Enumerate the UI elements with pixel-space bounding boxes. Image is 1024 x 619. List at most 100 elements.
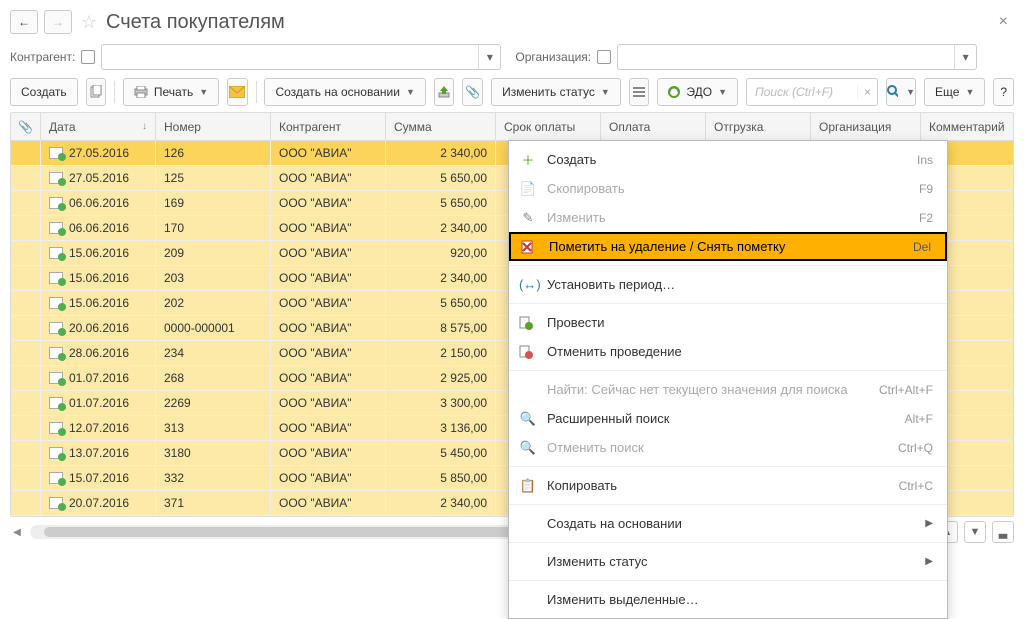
- menu-find[interactable]: Найти: Сейчас нет текущего значения для …: [509, 375, 947, 404]
- menu-unpost-label: Отменить проведение: [547, 344, 933, 359]
- cell-date: 15.06.2016: [41, 241, 156, 265]
- cell-attach: [11, 241, 41, 265]
- col-comment[interactable]: Комментарий: [921, 113, 1013, 140]
- menu-separator: [509, 265, 947, 266]
- menu-find-label: Найти: Сейчас нет текущего значения для …: [547, 382, 869, 397]
- hscroll-left[interactable]: ◀: [10, 527, 24, 538]
- kontragent-dropdown-button[interactable]: ▾: [478, 45, 500, 69]
- document-posted-icon: [49, 497, 63, 509]
- nav-back-button[interactable]: ←: [10, 10, 38, 34]
- kontragent-input[interactable]: ▾: [101, 44, 501, 70]
- search-clear-button[interactable]: ×: [857, 85, 877, 99]
- col-sum[interactable]: Сумма: [386, 113, 496, 140]
- col-org[interactable]: Организация: [811, 113, 921, 140]
- menu-mark-delete[interactable]: Пометить на удаление / Снять пометку Del: [509, 232, 947, 261]
- search-box[interactable]: ×: [746, 78, 878, 106]
- favorite-star-icon[interactable]: ☆: [78, 11, 100, 33]
- cell-number: 126: [156, 141, 271, 165]
- kontragent-checkbox[interactable]: [81, 50, 95, 64]
- cell-date: 01.07.2016: [41, 366, 156, 390]
- table-header: 📎 Дата↓ Номер Контрагент Сумма Срок опла…: [11, 113, 1013, 141]
- copy-icon: 📋: [519, 478, 537, 494]
- org-label: Организация:: [515, 50, 591, 64]
- document-posted-icon: [49, 272, 63, 284]
- cell-sum: 2 340,00: [386, 141, 496, 165]
- menu-cancel-find[interactable]: 🔍 Отменить поиск Ctrl+Q: [509, 433, 947, 462]
- col-number[interactable]: Номер: [156, 113, 271, 140]
- cell-number: 332: [156, 466, 271, 490]
- org-input[interactable]: ▾: [617, 44, 977, 70]
- cell-date: 20.07.2016: [41, 491, 156, 515]
- list-icon: [633, 86, 645, 98]
- document-posted-icon: [49, 422, 63, 434]
- col-kontragent[interactable]: Контрагент: [271, 113, 386, 140]
- load-button[interactable]: [434, 78, 455, 106]
- cell-kontragent: ООО "АВИА": [271, 291, 386, 315]
- menu-separator: [509, 466, 947, 467]
- document-posted-icon: [49, 447, 63, 459]
- page-last-button[interactable]: ▃: [992, 521, 1014, 543]
- search-go-button[interactable]: ▼: [886, 78, 916, 106]
- document-posted-icon: [49, 247, 63, 259]
- menu-post[interactable]: Провести: [509, 308, 947, 337]
- more-button[interactable]: Еще▼: [924, 78, 985, 106]
- page-down-button[interactable]: ▼: [964, 521, 986, 543]
- cell-attach: [11, 291, 41, 315]
- menu-copy[interactable]: 📄 Скопировать F9: [509, 174, 947, 203]
- menu-mark-delete-label: Пометить на удаление / Снять пометку: [549, 239, 903, 254]
- menu-change-selected-label: Изменить выделенные…: [547, 592, 933, 607]
- cell-kontragent: ООО "АВИА": [271, 216, 386, 240]
- cell-kontragent: ООО "АВИА": [271, 366, 386, 390]
- col-shipment[interactable]: Отгрузка: [706, 113, 811, 140]
- help-button[interactable]: ?: [993, 78, 1014, 106]
- org-dropdown-button[interactable]: ▾: [954, 45, 976, 69]
- menu-adv-find[interactable]: 🔍 Расширенный поиск Alt+F: [509, 404, 947, 433]
- more-label: Еще: [935, 85, 959, 99]
- copy-icon: 📄: [519, 181, 537, 197]
- email-button[interactable]: [227, 78, 248, 106]
- nav-forward-button[interactable]: →: [44, 10, 72, 34]
- menu-create[interactable]: ＋ Создать Ins: [509, 145, 947, 174]
- org-checkbox[interactable]: [597, 50, 611, 64]
- print-button[interactable]: Печать▼: [123, 78, 219, 106]
- col-pay-term[interactable]: Срок оплаты: [496, 113, 601, 140]
- edo-icon: [668, 86, 680, 98]
- edo-button[interactable]: ЭДО▼: [657, 78, 738, 106]
- menu-change-status[interactable]: Изменить статус ▶: [509, 547, 947, 576]
- cell-attach: [11, 191, 41, 215]
- menu-set-period[interactable]: (↔) Установить период…: [509, 270, 947, 299]
- copy-doc-button[interactable]: [86, 78, 107, 106]
- document-posted-icon: [49, 372, 63, 384]
- cell-kontragent: ООО "АВИА": [271, 316, 386, 340]
- cell-number: 170: [156, 216, 271, 240]
- cell-date: 15.06.2016: [41, 291, 156, 315]
- menu-edit[interactable]: ✎ Изменить F2: [509, 203, 947, 232]
- menu-mark-delete-hot: Del: [913, 240, 931, 254]
- cell-attach: [11, 316, 41, 340]
- col-date[interactable]: Дата↓: [41, 113, 156, 140]
- menu-change-selected[interactable]: Изменить выделенные…: [509, 585, 947, 614]
- menu-copy2[interactable]: 📋 Копировать Ctrl+C: [509, 471, 947, 500]
- list-view-button[interactable]: [629, 78, 650, 106]
- menu-cancel-find-label: Отменить поиск: [547, 440, 888, 455]
- close-icon[interactable]: ×: [993, 13, 1014, 31]
- plus-icon: ＋: [519, 150, 537, 169]
- create-basis-button[interactable]: Создать на основании▼: [264, 78, 425, 106]
- cell-number: 3180: [156, 441, 271, 465]
- change-status-button[interactable]: Изменить статус▼: [491, 78, 621, 106]
- col-attach[interactable]: 📎: [11, 113, 41, 140]
- cell-attach: [11, 441, 41, 465]
- cell-number: 2269: [156, 391, 271, 415]
- toolbar-separator: [256, 81, 257, 103]
- pencil-icon: ✎: [519, 210, 537, 226]
- kontragent-label: Контрагент:: [10, 50, 75, 64]
- cell-attach: [11, 166, 41, 190]
- attach-button[interactable]: 📎: [462, 78, 483, 106]
- cell-attach: [11, 391, 41, 415]
- menu-create-basis[interactable]: Создать на основании ▶: [509, 509, 947, 538]
- col-payment[interactable]: Оплата: [601, 113, 706, 140]
- create-button[interactable]: Создать: [10, 78, 78, 106]
- menu-unpost[interactable]: Отменить проведение: [509, 337, 947, 366]
- search-input[interactable]: [747, 80, 857, 104]
- menu-create-label: Создать: [547, 152, 907, 167]
